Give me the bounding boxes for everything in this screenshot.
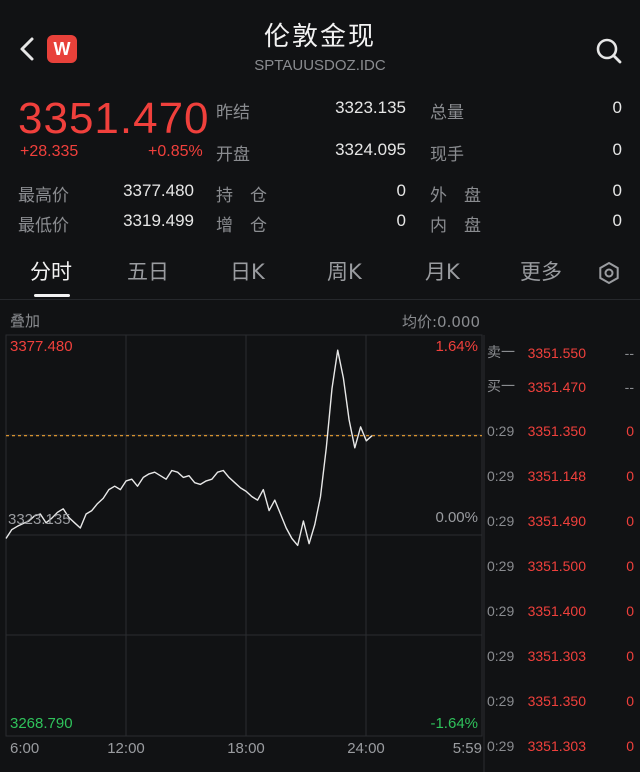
stat-value-total-volume: 0 [612,98,622,117]
trade-price: 3351.148 [528,468,587,484]
tab-daily-k[interactable]: 日K [230,256,265,286]
trade-price: 3351.350 [528,423,587,439]
stat-label-inner-volume: 内 盘 [430,216,481,236]
stat-value-low: 3319.499 [123,211,194,230]
x-tick-label: 18:00 [227,740,265,757]
overlay-button[interactable]: 叠加 [10,310,40,331]
stat-value-high: 3377.480 [123,181,194,200]
y-label-mid: 3323.135 [8,511,71,528]
stat-label-oi-change: 增 仓 [216,216,267,236]
chart-grid [5,334,485,772]
pct-label-high: 1.64% [435,338,478,355]
trade-volume: 0 [626,603,634,619]
trade-volume: 0 [626,423,634,439]
tab-monthly-k[interactable]: 月K [425,256,460,286]
trade-time: 0:29 [487,558,514,574]
y-label-low: 3268.790 [10,715,73,732]
tab-five-day[interactable]: 五日 [127,256,169,286]
trade-volume: 0 [626,558,634,574]
trade-price: 3351.350 [528,693,587,709]
bid-price: 3351.470 [528,379,587,395]
tab-intraday[interactable]: 分时 [30,256,72,286]
price-change: +28.335 [20,143,79,160]
stat-label-total-volume: 总量 [430,103,464,123]
tab-more[interactable]: 更多 [520,256,562,286]
stat-label-prev-settle: 昨结 [216,103,250,123]
x-tick-label: 12:00 [107,740,145,757]
pct-label-low: -1.64% [430,715,478,732]
trade-time: 0:29 [487,603,514,619]
trade-time: 0:29 [487,423,514,439]
trade-time: 0:29 [487,648,514,664]
trade-volume: 0 [626,468,634,484]
x-tick-label: 24:00 [347,740,385,757]
last-price: 3351.470 [18,94,210,143]
ask-label: 卖一 [487,345,515,361]
gear-icon [599,261,619,285]
trade-volume: 0 [626,513,634,529]
trade-price: 3351.490 [528,513,587,529]
page-title: 伦敦金现 [263,22,376,52]
avg-price-label: 均价:0.000 [402,313,480,331]
trade-volume: 0 [626,693,634,709]
stat-value-current-lots: 0 [612,140,622,159]
trade-time: 0:29 [487,468,514,484]
tab-divider [0,299,640,300]
y-label-high: 3377.480 [10,338,73,355]
search-icon [596,38,622,64]
trade-price: 3351.400 [528,603,587,619]
stat-value-open-interest: 0 [396,181,406,200]
trade-price: 3351.303 [528,648,587,664]
x-tick-label: 5:59 [453,740,482,757]
bid-label: 买一 [487,379,515,395]
tab-active-indicator [34,294,70,297]
stat-value-outer-volume: 0 [612,181,622,200]
bid-volume: -- [625,379,635,395]
stat-label-open-interest: 持 仓 [216,186,267,206]
stat-label-open: 开盘 [216,145,250,165]
trade-list: 0:29 3351.350 0 0:29 3351.148 0 0:29 3351.490 0 0… [487,423,634,754]
stat-value-inner-volume: 0 [612,211,622,230]
ask-volume: -- [625,345,635,361]
trade-price: 3351.500 [528,558,587,574]
stat-value-oi-change: 0 [396,211,406,230]
stat-value-prev-settle: 3323.135 [335,98,406,117]
tab-weekly-k[interactable]: 周K [327,256,362,286]
price-change-pct: +0.85% [148,143,203,160]
ask-price: 3351.550 [528,345,587,361]
trade-time: 0:29 [487,513,514,529]
intraday-chart[interactable]: 3377.480 3323.135 3268.790 1.64% 0.00% -… [0,334,640,772]
stat-label-low: 最低价 [18,216,69,236]
trade-price: 3351.303 [528,738,587,754]
stat-label-outer-volume: 外 盘 [430,186,481,206]
page-subtitle: SPTAUUSDOZ.IDC [254,57,386,74]
chart-settings-button[interactable] [596,260,622,286]
pct-label-mid: 0.00% [435,509,478,526]
trade-time: 0:29 [487,738,514,754]
search-button[interactable] [594,36,624,66]
trade-volume: 0 [626,648,634,664]
stat-label-high: 最高价 [18,186,69,206]
trade-volume: 0 [626,738,634,754]
order-book: 卖一 3351.550 -- 买一 3351.470 -- [487,345,634,395]
stat-value-open: 3324.095 [335,140,406,159]
trade-time: 0:29 [487,693,514,709]
x-tick-label: 6:00 [10,740,39,757]
stat-label-current-lots: 现手 [430,145,464,165]
